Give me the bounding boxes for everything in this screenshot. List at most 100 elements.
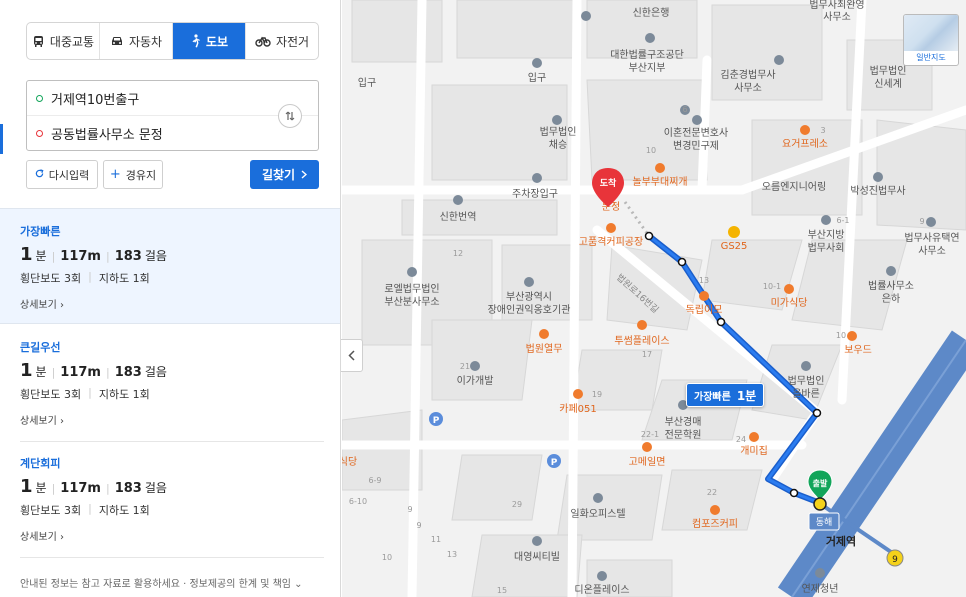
map-type-toggle[interactable]: 일반지도 xyxy=(903,14,959,66)
bus-icon xyxy=(32,35,45,48)
route-detail-link[interactable]: 상세보기 › xyxy=(20,296,64,311)
route-detail-link[interactable]: 상세보기 › xyxy=(20,412,64,427)
route-minutes: 1 xyxy=(20,244,33,265)
route-steps-unit: 걸음 xyxy=(144,481,167,495)
route-steps: 183 xyxy=(114,365,142,380)
tab-bicycle[interactable]: 자전거 xyxy=(246,23,318,59)
route-time-label[interactable]: 가장빠른 1분 xyxy=(686,383,765,407)
lot-number: 11 xyxy=(431,535,441,544)
reset-button[interactable]: 다시입력 xyxy=(26,160,98,189)
lot-number: 22-1 xyxy=(641,430,659,439)
poi-orange-icon xyxy=(606,223,616,233)
poi-gray-icon xyxy=(926,217,936,227)
dotted-final-segment xyxy=(623,201,651,237)
route-steps: 183 xyxy=(114,481,142,496)
poi-label: 전문학원 xyxy=(665,429,702,441)
route-underpass: 지하도 1회 xyxy=(98,504,150,517)
poi-gray-icon xyxy=(597,571,607,581)
end-marker-label: 도착 xyxy=(600,177,617,189)
route-summary: 1 분 | 117m | 183 걸음 xyxy=(20,244,167,265)
poi-label: 이혼전문변호사 xyxy=(664,126,728,139)
transport-mode-tabs: 대중교통 자동차 도보 자전거 xyxy=(26,22,319,60)
add-waypoint-button[interactable]: + 경유지 xyxy=(103,160,163,189)
origin-value: 거제역10번출구 xyxy=(51,92,140,108)
poi-label-orange: 고메일면 xyxy=(629,456,666,468)
poi-gray-icon xyxy=(645,33,655,43)
poi-label: 부산지방 xyxy=(808,229,845,241)
exit-number-label: 9 xyxy=(892,555,898,565)
poi-label-orange: 법원열무 xyxy=(526,343,563,355)
waypoint-label: 경유지 xyxy=(125,168,157,182)
origin-field[interactable]: 거제역10번출구 xyxy=(27,81,318,116)
map-type-label: 일반지도 xyxy=(916,53,946,62)
poi-orange-icon xyxy=(655,163,665,173)
origin-destination-box: 거제역10번출구 공동법률사무소 문정 xyxy=(26,80,319,151)
tab-car-label: 자동차 xyxy=(128,34,163,49)
route-info: 횡단보도 3회 | 지하도 1회 xyxy=(20,270,150,285)
poi-orange-icon xyxy=(573,389,583,399)
route-underpass: 지하도 1회 xyxy=(98,272,150,285)
poi-label: 법무사회 xyxy=(808,242,845,254)
route-name: 큰길우선 xyxy=(20,341,61,354)
poi-label: 부산분사무소 xyxy=(384,296,439,308)
destination-value: 공동법률사무소 문정 xyxy=(51,128,163,143)
tab-transit[interactable]: 대중교통 xyxy=(27,23,100,59)
lot-number: 6-9 xyxy=(368,476,381,485)
route-steps-unit: 걸음 xyxy=(144,249,167,263)
poi-label-orange: 컴포즈커피 xyxy=(692,518,738,530)
destination-field[interactable]: 공동법률사무소 문정 xyxy=(27,116,318,151)
poi-label-orange: 보우드 xyxy=(844,344,872,356)
poi-label: 입구 xyxy=(528,71,546,84)
lot-number: 9 xyxy=(416,521,421,530)
poi-orange-icon xyxy=(539,329,549,339)
route-distance: 117m xyxy=(60,365,101,380)
route-distance: 117m xyxy=(60,481,101,496)
search-route-label: 길찾기 xyxy=(261,168,296,182)
lot-number: 19 xyxy=(592,390,602,399)
poi-label-orange: GS25 xyxy=(721,241,748,252)
poi-orange-icon xyxy=(642,442,652,452)
poi-label-orange: 미가식당 xyxy=(771,297,808,309)
route-minutes: 1 xyxy=(20,360,33,381)
poi-label: 디온플레이스 xyxy=(574,584,629,596)
route-summary: 1 분 | 117m | 183 걸음 xyxy=(20,476,167,497)
route-option-main-road[interactable]: 큰길우선 1 분 | 117m | 183 걸음 횡단보도 3회 | 지하도 1… xyxy=(0,325,340,441)
route-distance: 117m xyxy=(60,249,101,264)
route-name: 가장빠른 xyxy=(20,225,61,238)
lot-number: 21 xyxy=(460,362,470,371)
poi-label-orange: 투썸플레이스 xyxy=(614,335,669,347)
collapse-panel-button[interactable] xyxy=(341,339,363,372)
station-exit-label: 동해 xyxy=(816,517,833,528)
poi-label-orange: 놀부부대찌개 xyxy=(632,176,687,188)
poi-label-orange: 개미집 xyxy=(740,445,768,457)
route-info: 횡단보도 3회 | 지하도 1회 xyxy=(20,502,150,517)
poi-label: 법무법인 xyxy=(540,126,577,138)
parking-icon-letter: P xyxy=(551,458,558,468)
route-name: 계단회피 xyxy=(20,457,61,470)
lot-number: 29 xyxy=(512,500,522,509)
poi-gray-icon xyxy=(692,115,702,125)
poi-label: 입구 xyxy=(358,76,376,89)
route-detail-link[interactable]: 상세보기 › xyxy=(20,528,64,543)
start-marker[interactable]: 출발 xyxy=(807,469,833,511)
poi-label: 법무법인 xyxy=(788,375,825,387)
disclaimer-notice[interactable]: 안내된 정보는 참고 자료로 활용하세요 · 정보제공의 한계 및 책임 ⌄ xyxy=(20,575,303,590)
lot-number: 6-10 xyxy=(349,497,367,506)
lot-number: 12 xyxy=(453,249,463,258)
map-type-thumbnail xyxy=(904,15,958,51)
tab-car[interactable]: 자동차 xyxy=(100,23,173,59)
route-option-fastest[interactable]: 가장빠른 1 분 | 117m | 183 걸음 횡단보도 3회 | 지하도 1… xyxy=(0,208,340,324)
chevron-right-icon xyxy=(301,168,308,182)
route-crosswalk: 횡단보도 3회 xyxy=(20,272,82,285)
tab-walk[interactable]: 도보 xyxy=(173,23,246,59)
lot-number: 10 xyxy=(382,553,392,562)
poi-label: 대한법률구조공단 xyxy=(610,49,684,61)
swap-button[interactable] xyxy=(278,104,302,128)
lot-number: 13 xyxy=(447,550,457,559)
lot-number: 6-1 xyxy=(836,216,849,225)
search-route-button[interactable]: 길찾기 xyxy=(250,160,319,189)
route-option-avoid-stairs[interactable]: 계단회피 1 분 | 117m | 183 걸음 횡단보도 3회 | 지하도 1… xyxy=(0,441,340,557)
poi-gray-icon xyxy=(801,361,811,371)
poi-gray-icon xyxy=(470,361,480,371)
map-canvas[interactable]: P P 신한은행 법무사최완영 사무소 대한법률구조공단 부산지부 김춘경법무사… xyxy=(342,0,966,597)
